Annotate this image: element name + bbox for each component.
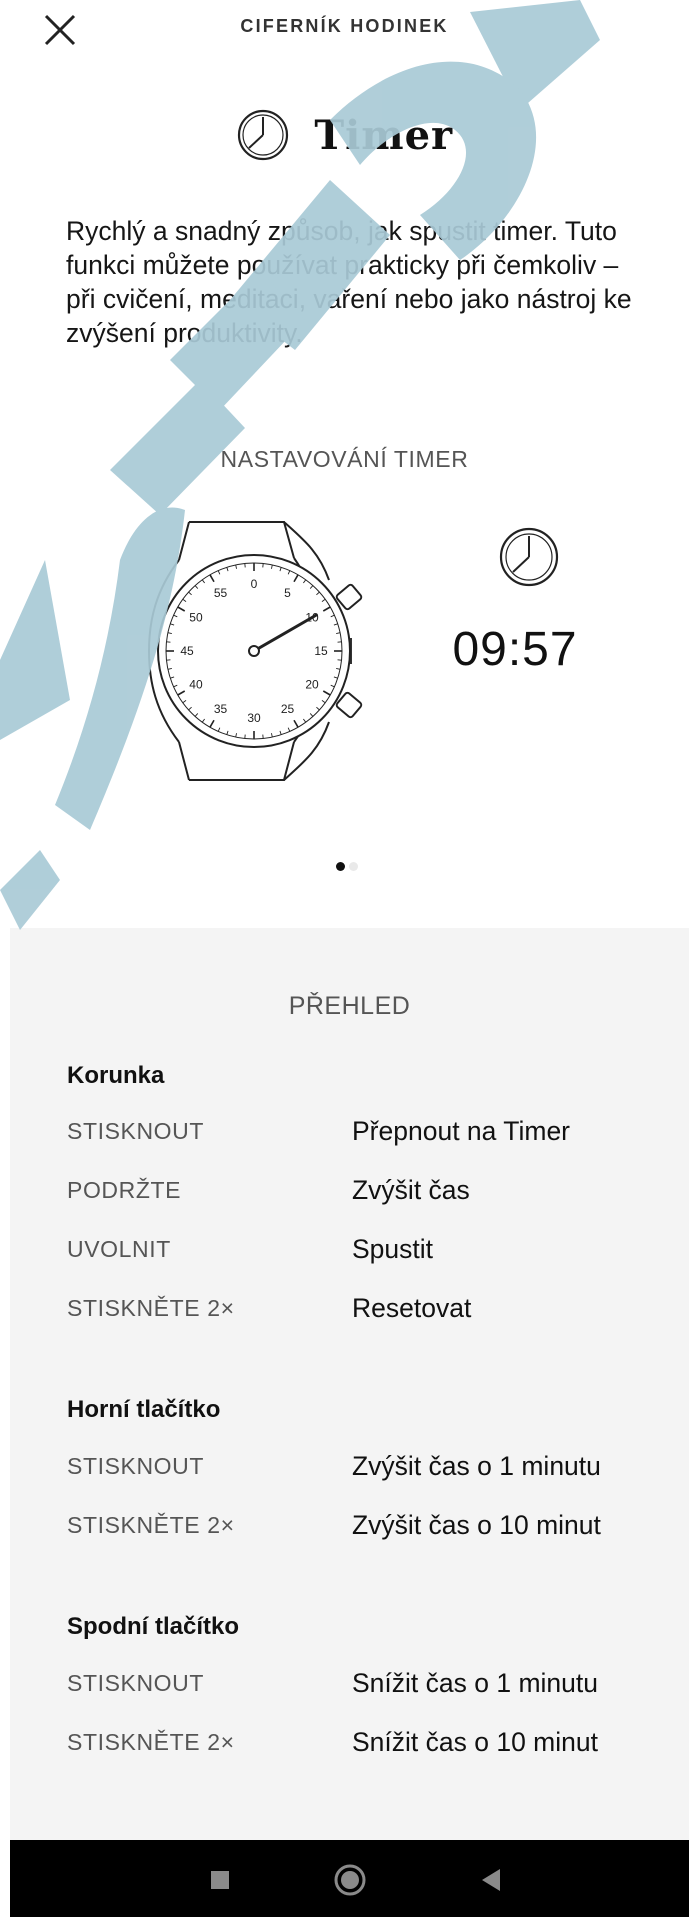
table-row: STISKNĚTE 2× Snížit čas o 10 minut bbox=[67, 1727, 667, 1763]
carousel-pager[interactable] bbox=[334, 858, 360, 871]
timer-clock-icon bbox=[499, 527, 559, 587]
overview-panel: PŘEHLED Korunka STISKNOUT Přepnout na Ti… bbox=[10, 928, 689, 1840]
watch-illustration: 0510152025303540455055 bbox=[147, 521, 363, 781]
overview-title: PŘEHLED bbox=[288, 992, 411, 1020]
screen-title: CIFERNÍK HODINEK bbox=[240, 16, 449, 36]
feature-heading: Timer bbox=[0, 108, 689, 168]
dial-number: 50 bbox=[189, 611, 203, 625]
dial-number: 35 bbox=[214, 702, 228, 716]
table-row: STISKNOUT Zvýšit čas o 1 minutu bbox=[67, 1451, 667, 1487]
dial-number: 5 bbox=[284, 586, 291, 600]
dial-number: 15 bbox=[314, 644, 328, 658]
row-result: Zvýšit čas o 10 minut bbox=[352, 1510, 601, 1540]
timer-readout: 09:57 bbox=[452, 623, 578, 676]
row-result: Snížit čas o 1 minutu bbox=[352, 1668, 598, 1698]
table-row: UVOLNIT Spustit bbox=[67, 1234, 667, 1270]
dial-number: 45 bbox=[180, 644, 194, 658]
section-heading-bottom-button: Spodní tlačítko bbox=[67, 1613, 240, 1640]
pager-dot-active[interactable] bbox=[336, 862, 345, 871]
top-bar: CIFERNÍK HODINEK bbox=[0, 0, 689, 60]
dial-number: 25 bbox=[281, 702, 295, 716]
row-result: Spustit bbox=[352, 1234, 434, 1264]
dial-number: 55 bbox=[214, 586, 228, 600]
row-result: Zvýšit čas bbox=[352, 1175, 470, 1205]
row-action: STISKNOUT bbox=[67, 1670, 205, 1696]
row-action: STISKNOUT bbox=[67, 1453, 205, 1479]
dial-number: 20 bbox=[305, 678, 319, 692]
watch-dial: 0510152025303540455055 bbox=[157, 554, 351, 748]
feature-title: Timer bbox=[314, 111, 454, 159]
back-triangle-icon[interactable] bbox=[470, 1858, 514, 1902]
home-circle-icon[interactable] bbox=[328, 1858, 372, 1902]
row-result: Resetovat bbox=[352, 1293, 472, 1323]
table-row: STISKNOUT Přepnout na Timer bbox=[67, 1116, 667, 1152]
dial-number: 0 bbox=[251, 577, 258, 591]
table-row: STISKNĚTE 2× Resetovat bbox=[67, 1293, 667, 1329]
pager-dot[interactable] bbox=[349, 862, 358, 871]
dial-number: 30 bbox=[247, 711, 261, 725]
table-row: STISKNĚTE 2× Zvýšit čas o 10 minut bbox=[67, 1510, 667, 1546]
section-heading-crown: Korunka bbox=[67, 1062, 165, 1089]
row-result: Zvýšit čas o 1 minutu bbox=[352, 1451, 601, 1481]
table-row: STISKNOUT Snížit čas o 1 minutu bbox=[67, 1668, 667, 1704]
row-action: STISKNOUT bbox=[67, 1118, 205, 1144]
row-action: STISKNĚTE 2× bbox=[67, 1729, 235, 1755]
setting-label: NASTAVOVÁNÍ TIMER bbox=[220, 446, 469, 472]
system-nav-bar bbox=[10, 1840, 689, 1917]
row-result: Snížit čas o 10 minut bbox=[352, 1727, 598, 1757]
feature-description: Rychlý a snadný způsob, jak spustit time… bbox=[66, 216, 632, 348]
dial-number: 40 bbox=[189, 678, 203, 692]
row-action: UVOLNIT bbox=[67, 1236, 171, 1262]
row-action: STISKNĚTE 2× bbox=[67, 1512, 235, 1538]
row-action: STISKNĚTE 2× bbox=[67, 1295, 235, 1321]
section-heading-top-button: Horní tlačítko bbox=[67, 1396, 221, 1423]
table-row: PODRŽTE Zvýšit čas bbox=[67, 1175, 667, 1211]
clock-icon bbox=[237, 109, 288, 161]
row-result: Přepnout na Timer bbox=[352, 1116, 571, 1146]
row-action: PODRŽTE bbox=[67, 1177, 182, 1203]
recents-square-icon[interactable] bbox=[198, 1858, 242, 1902]
